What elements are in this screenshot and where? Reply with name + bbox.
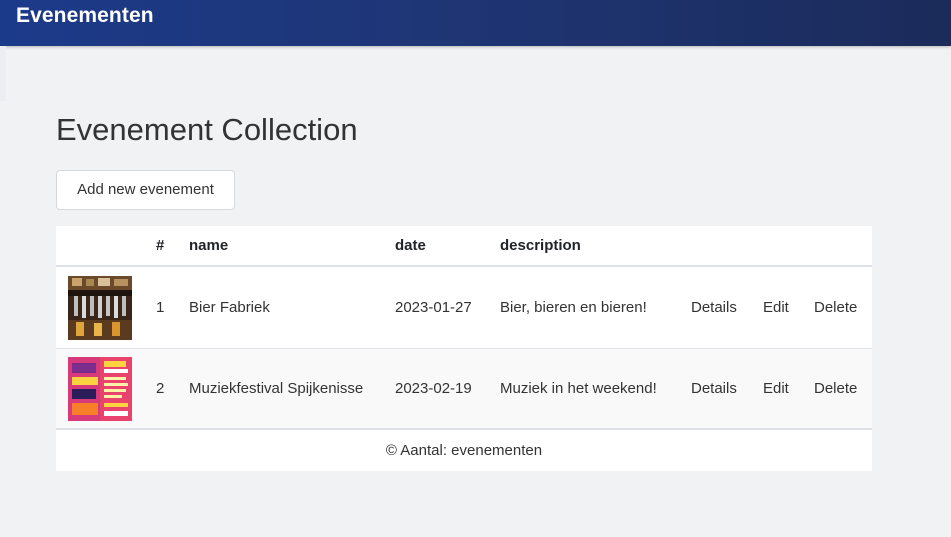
column-header-date: date — [395, 237, 426, 254]
table-row: 1 Bier Fabriek 2023-01-27 Bier, bieren e… — [56, 268, 872, 349]
table-header: # name date description — [56, 226, 872, 267]
column-header-name: name — [189, 237, 229, 254]
delete-link[interactable]: Delete — [814, 380, 857, 397]
details-link[interactable]: Details — [691, 299, 737, 316]
row-date: 2023-02-19 — [395, 380, 472, 397]
bar-taps-image — [68, 276, 132, 340]
edit-link[interactable]: Edit — [763, 299, 789, 316]
delete-link[interactable]: Delete — [814, 299, 857, 316]
row-number: 2 — [156, 380, 165, 397]
brand-title[interactable]: Evenementen — [16, 4, 154, 28]
add-new-evenement-button[interactable]: Add new evenement — [56, 170, 235, 210]
row-number: 1 — [156, 299, 165, 316]
top-navbar: Evenementen — [0, 0, 951, 46]
edit-link[interactable]: Edit — [763, 380, 789, 397]
row-description: Muziek in het weekend! — [500, 380, 657, 397]
table-row: 2 Muziekfestival Spijkenisse 2023-02-19 … — [56, 349, 872, 430]
side-shade — [0, 46, 6, 101]
row-name: Bier Fabriek — [189, 299, 270, 316]
row-description: Bier, bieren en bieren! — [500, 299, 647, 316]
festival-poster-image — [68, 357, 132, 421]
details-link[interactable]: Details — [691, 380, 737, 397]
row-date: 2023-01-27 — [395, 299, 472, 316]
column-header-description: description — [500, 237, 581, 254]
page-title: Evenement Collection — [56, 112, 358, 147]
table-footer: © Aantal: evenementen — [385, 442, 543, 459]
column-header-number: # — [156, 237, 165, 254]
row-name: Muziekfestival Spijkenisse — [189, 380, 364, 397]
